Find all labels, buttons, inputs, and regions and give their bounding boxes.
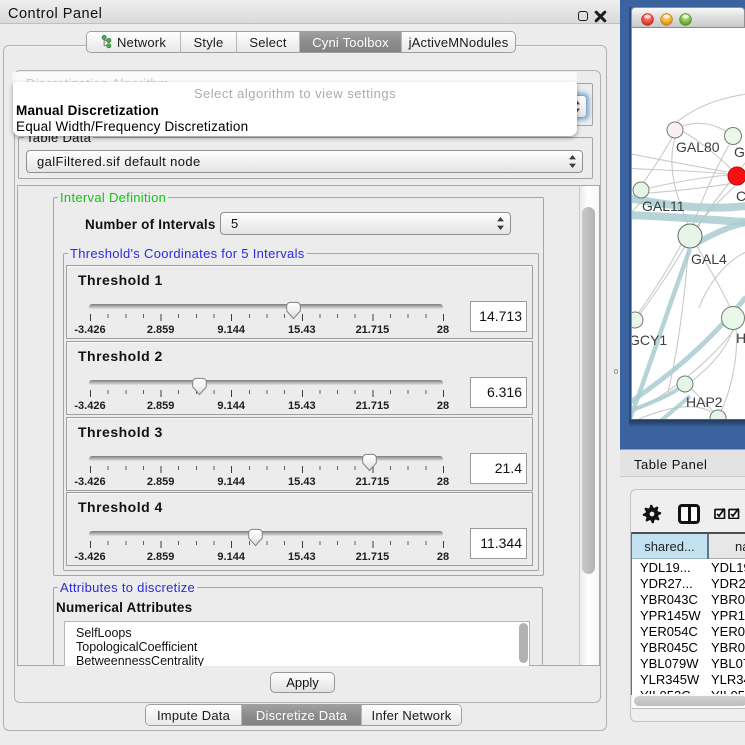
svg-text:C1: C1 [736,188,745,204]
svg-text:HI: HI [736,330,745,346]
svg-text:HAP2: HAP2 [686,394,723,410]
svg-text:GCY1: GCY1 [632,332,667,348]
svg-text:GAL80: GAL80 [676,139,720,155]
svg-text:GA: GA [734,144,745,160]
svg-text:GAL11: GAL11 [642,198,685,214]
svg-text:GAL4: GAL4 [691,251,727,267]
